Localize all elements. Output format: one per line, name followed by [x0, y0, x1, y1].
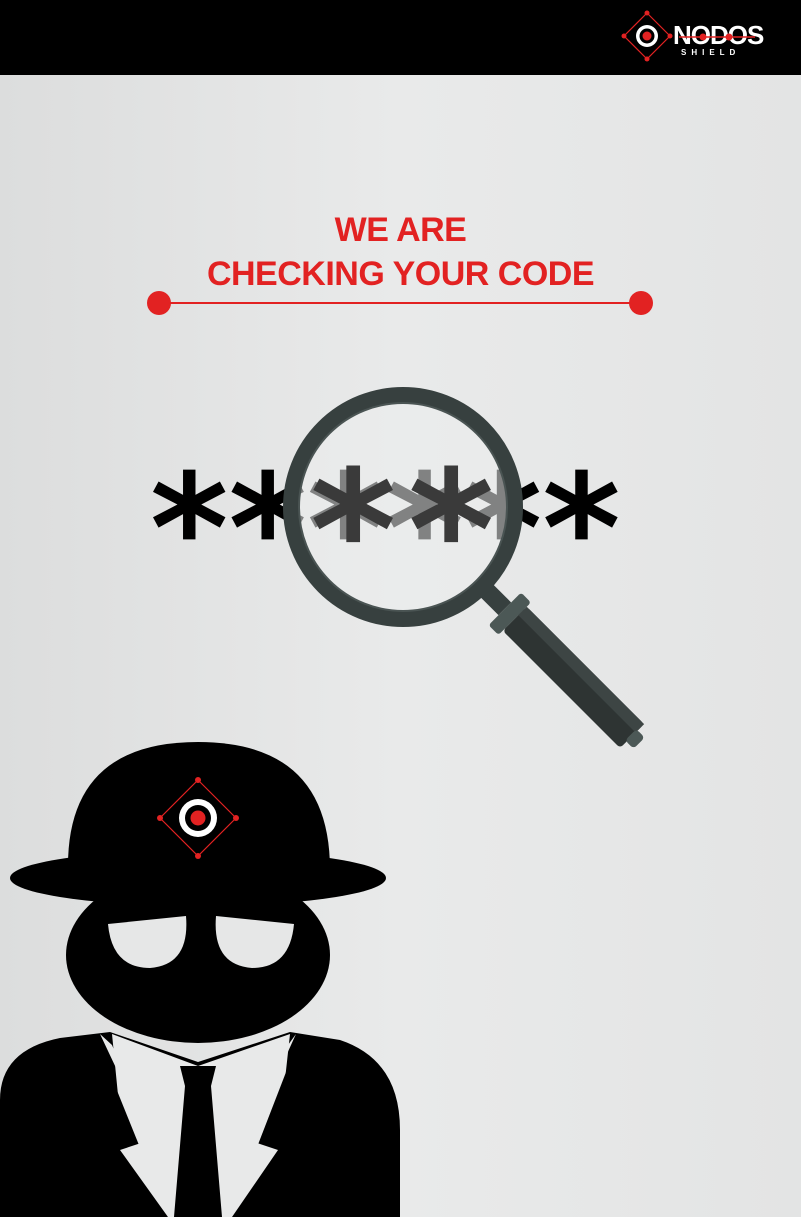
spy-figure-icon [0, 742, 400, 1217]
magnifying-glass-icon: * * [283, 387, 645, 748]
illustration: * * [0, 387, 645, 1217]
